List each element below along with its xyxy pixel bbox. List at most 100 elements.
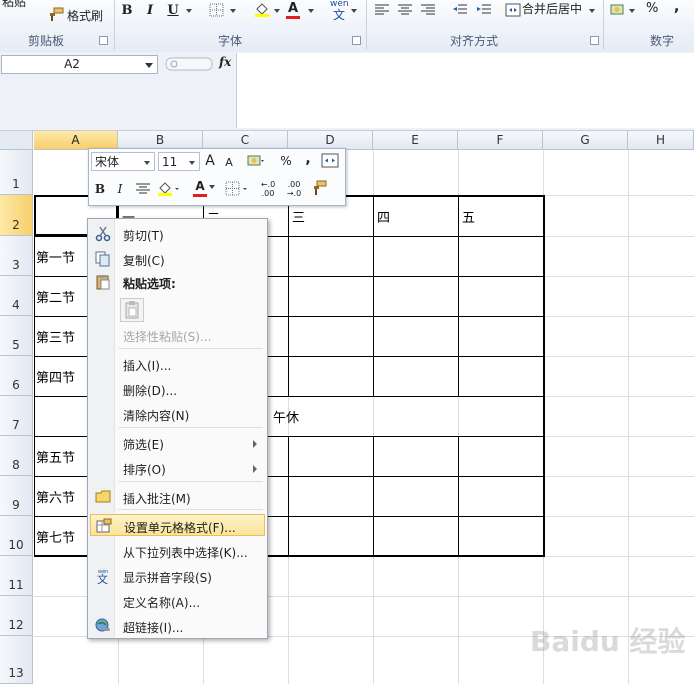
increase-decimal-button[interactable]: ←.0 .00 xyxy=(256,180,280,198)
align-center-icon[interactable] xyxy=(397,3,413,17)
mini-center-align-icon[interactable] xyxy=(135,182,151,196)
percent-style-button[interactable]: % xyxy=(646,1,658,16)
font-color-button[interactable]: A xyxy=(286,2,300,19)
accounting-dropdown-icon[interactable] xyxy=(629,9,635,13)
font-color-dropdown-icon[interactable] xyxy=(308,9,314,13)
context-menu-item[interactable]: 从下拉列表中选择(K)... xyxy=(90,540,265,562)
context-menu-item[interactable]: 筛选(E) xyxy=(90,432,265,454)
merge-center-dropdown-icon[interactable] xyxy=(589,9,595,13)
row-header-10[interactable]: 10 xyxy=(0,516,33,556)
column-header-e[interactable]: E xyxy=(373,131,458,150)
context-menu-item[interactable]: 删除(D)... xyxy=(90,378,265,400)
paste-button-partial[interactable]: 粘贴 xyxy=(2,0,26,10)
format-painter-button[interactable]: 格式刷 xyxy=(67,7,103,24)
context-menu-item[interactable]: 设置单元格格式(F)... xyxy=(90,514,265,536)
row-header-5[interactable]: 5 xyxy=(0,316,33,356)
decrease-indent-icon[interactable] xyxy=(452,3,468,17)
row-header-6[interactable]: 6 xyxy=(0,356,33,396)
shrink-font-button[interactable]: A xyxy=(223,154,235,172)
context-menu-item[interactable]: 复制(C) xyxy=(90,248,265,270)
clipboard-launcher-icon[interactable] xyxy=(99,36,108,45)
accounting-format-icon[interactable] xyxy=(610,3,626,17)
period-cell[interactable]: 第三节 xyxy=(36,327,75,346)
mini-font-color-button[interactable]: A xyxy=(193,179,207,197)
column-header-g[interactable]: G xyxy=(543,131,628,150)
row-header-7[interactable]: 7 xyxy=(0,396,33,436)
context-menu-item[interactable]: 定义名称(A)... xyxy=(90,590,265,612)
row-header-11[interactable]: 11 xyxy=(0,556,33,596)
phonetic-button[interactable]: 文 xyxy=(333,6,345,23)
mini-font-size-dropdown-icon[interactable] xyxy=(189,161,195,165)
context-menu-item[interactable]: wén 文显示拼音字段(S) xyxy=(90,565,265,587)
fill-color-icon[interactable] xyxy=(254,3,270,17)
period-cell[interactable]: 第七节 xyxy=(36,527,75,546)
merge-center-button[interactable]: 合并后居中 xyxy=(522,0,582,17)
mini-accounting-icon[interactable] xyxy=(247,154,265,168)
period-cell[interactable]: 第五节 xyxy=(36,447,75,466)
context-menu-item[interactable]: 清除内容(N) xyxy=(90,403,265,425)
cell-header-f2[interactable]: 五 xyxy=(462,207,475,226)
underline-dropdown-icon[interactable] xyxy=(186,9,192,13)
mini-font-name-dropdown-icon[interactable] xyxy=(144,161,150,165)
borders-icon[interactable] xyxy=(209,3,225,17)
context-menu-item[interactable] xyxy=(90,296,265,324)
decrease-decimal-button[interactable]: .00 →.0 xyxy=(282,180,306,198)
mini-borders-icon[interactable] xyxy=(225,181,249,197)
underline-button[interactable]: U xyxy=(166,2,180,20)
insert-function-icon[interactable]: fx xyxy=(219,55,231,69)
row-header-2[interactable]: 2 xyxy=(0,195,33,236)
context-menu-item[interactable]: 插入(I)... xyxy=(90,353,265,375)
mini-font-name-combo[interactable]: 宋体 xyxy=(91,152,155,171)
mini-percent-button[interactable]: % xyxy=(279,152,293,170)
period-cell[interactable]: 第二节 xyxy=(36,287,75,306)
align-right-icon[interactable] xyxy=(420,3,436,17)
context-menu-item[interactable]: 排序(O) xyxy=(90,457,265,479)
column-header-h[interactable]: H xyxy=(628,131,694,150)
mini-fill-color-icon[interactable] xyxy=(157,181,181,197)
row-header-13[interactable]: 13 xyxy=(0,636,33,684)
select-all-corner[interactable] xyxy=(0,131,33,150)
row-header-1[interactable]: 1 xyxy=(0,150,33,195)
name-box[interactable]: A2 xyxy=(1,55,158,74)
name-box-dropdown-icon[interactable] xyxy=(145,63,153,68)
period-cell[interactable]: 第一节 xyxy=(36,247,75,266)
period-cell[interactable]: 第四节 xyxy=(36,367,75,386)
alignment-launcher-icon[interactable] xyxy=(590,36,599,45)
merge-center-icon[interactable] xyxy=(505,3,521,17)
grow-font-button[interactable]: A xyxy=(203,152,217,170)
mini-italic-button[interactable]: I xyxy=(113,180,127,198)
cell-header-e2[interactable]: 四 xyxy=(377,207,390,226)
row-header-8[interactable]: 8 xyxy=(0,436,33,476)
column-header-f[interactable]: F xyxy=(458,131,543,150)
cell-header-d2[interactable]: 三 xyxy=(292,207,305,226)
bold-button[interactable]: B xyxy=(120,2,134,20)
merged-cell-lunch[interactable]: 午休 xyxy=(273,407,299,426)
row-header-12[interactable]: 12 xyxy=(0,596,33,636)
mini-format-painter-icon[interactable] xyxy=(311,180,327,196)
period-cell[interactable]: 第六节 xyxy=(36,487,75,506)
italic-button[interactable]: I xyxy=(143,2,157,20)
context-menu-item[interactable]: 插入批注(M) xyxy=(90,486,265,508)
mini-merge-icon[interactable] xyxy=(321,153,339,168)
mini-font-size-combo[interactable]: 11 xyxy=(158,152,200,171)
context-menu-item[interactable]: 超链接(I)... xyxy=(90,615,265,637)
mini-bold-button[interactable]: B xyxy=(93,180,107,198)
row-header-4[interactable]: 4 xyxy=(0,276,33,316)
align-left-icon[interactable] xyxy=(374,3,390,17)
comma-style-button[interactable]: , xyxy=(674,0,679,15)
row-header-3[interactable]: 3 xyxy=(0,236,33,276)
paste-option-icon[interactable] xyxy=(120,298,144,322)
table-border xyxy=(373,195,374,396)
formula-bar-resizer-icon[interactable] xyxy=(164,57,214,71)
mini-font-color-dropdown-icon[interactable] xyxy=(209,185,215,189)
fill-color-dropdown-icon[interactable] xyxy=(274,9,280,13)
borders-dropdown-icon[interactable] xyxy=(230,9,236,13)
mini-comma-button[interactable]: , xyxy=(303,150,313,168)
context-menu-item[interactable]: 剪切(T) xyxy=(90,223,265,245)
row-header-9[interactable]: 9 xyxy=(0,476,33,516)
context-menu-item[interactable]: 粘贴选项: xyxy=(90,271,265,293)
phonetic-dropdown-icon[interactable] xyxy=(351,9,357,13)
formula-input[interactable] xyxy=(237,53,694,128)
font-launcher-icon[interactable] xyxy=(352,36,361,45)
increase-indent-icon[interactable] xyxy=(476,3,492,17)
